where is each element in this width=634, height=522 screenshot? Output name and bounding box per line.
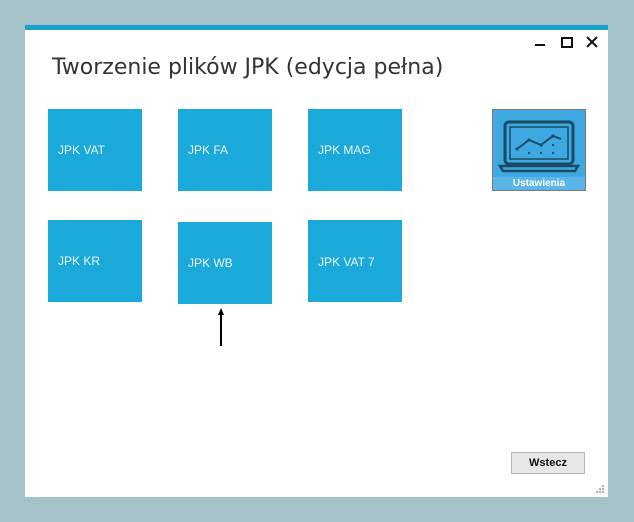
window-controls: [534, 36, 598, 48]
tile-label: JPK FA: [188, 143, 229, 157]
tile-label: JPK VAT 7: [318, 255, 375, 269]
resize-grip-icon[interactable]: [595, 484, 605, 494]
close-icon[interactable]: [586, 36, 598, 48]
arrow-up-icon: [218, 308, 224, 346]
settings-tile[interactable]: Ustawienia: [492, 109, 586, 191]
tile-jpk-vat-7[interactable]: JPK VAT 7: [308, 220, 402, 302]
page-title: Tworzenie plików JPK (edycja pełna): [52, 55, 444, 80]
tile-jpk-vat[interactable]: JPK VAT: [48, 109, 142, 191]
tile-jpk-mag[interactable]: JPK MAG: [308, 109, 402, 191]
settings-label: Ustawienia: [493, 177, 585, 190]
tile-label: JPK KR: [58, 254, 101, 268]
tile-jpk-fa[interactable]: JPK FA: [178, 109, 272, 191]
tile-jpk-wb[interactable]: JPK WB: [178, 222, 272, 304]
tile-label: JPK WB: [188, 256, 233, 270]
app-window: Tworzenie plików JPK (edycja pełna) JPK …: [25, 25, 608, 497]
tile-label: JPK VAT: [58, 143, 105, 157]
tile-jpk-kr[interactable]: JPK KR: [48, 220, 142, 302]
back-button[interactable]: Wstecz: [511, 452, 585, 474]
laptop-chart-icon: [497, 120, 581, 173]
maximize-icon[interactable]: [560, 36, 573, 48]
minimize-icon[interactable]: [534, 36, 546, 48]
tile-label: JPK MAG: [318, 143, 371, 157]
